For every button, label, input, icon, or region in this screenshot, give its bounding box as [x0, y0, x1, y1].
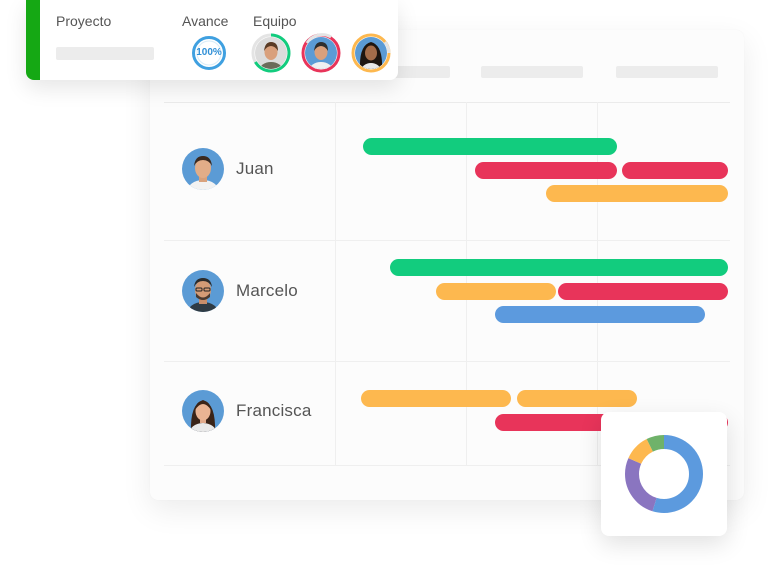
person-name: Francisca	[236, 401, 312, 420]
progress-ring: 100%	[191, 35, 227, 71]
person-row-juan[interactable]: Juan	[182, 148, 274, 190]
person-row-francisca[interactable]: Francisca	[182, 390, 312, 432]
project-card: Proyecto Avance Equipo 100%	[26, 0, 398, 80]
task-bar[interactable]	[546, 185, 728, 202]
progress-percent: 100%	[196, 47, 222, 58]
column-header-placeholder	[481, 66, 583, 78]
column-label-team: Equipo	[253, 13, 297, 29]
task-bar[interactable]	[495, 306, 705, 323]
avatar	[182, 390, 224, 432]
task-bar[interactable]	[517, 390, 637, 407]
column-label-project: Proyecto	[56, 13, 112, 29]
row-divider	[164, 361, 730, 362]
summary-donut-card	[601, 412, 727, 536]
task-bar[interactable]	[622, 162, 728, 179]
grid-line	[335, 102, 336, 466]
task-bar[interactable]	[361, 390, 511, 407]
team-member-avatar[interactable]	[301, 33, 341, 73]
project-name-placeholder	[56, 47, 154, 60]
team-member-avatar[interactable]	[351, 33, 391, 73]
person-name: Juan	[236, 159, 274, 178]
task-bar[interactable]	[475, 162, 617, 179]
task-bar[interactable]	[363, 138, 617, 155]
team-member-avatar[interactable]	[251, 33, 291, 73]
donut-chart	[625, 435, 703, 513]
task-bar[interactable]	[558, 283, 728, 300]
status-accent	[26, 0, 40, 80]
column-header-placeholder	[616, 66, 718, 78]
person-name: Marcelo	[236, 281, 298, 300]
avatar	[182, 270, 224, 312]
row-divider	[164, 240, 730, 241]
header-divider	[164, 102, 730, 103]
task-bar[interactable]	[436, 283, 556, 300]
person-row-marcelo[interactable]: Marcelo	[182, 270, 298, 312]
avatar	[182, 148, 224, 190]
column-label-progress: Avance	[182, 13, 229, 29]
task-bar[interactable]	[390, 259, 728, 276]
